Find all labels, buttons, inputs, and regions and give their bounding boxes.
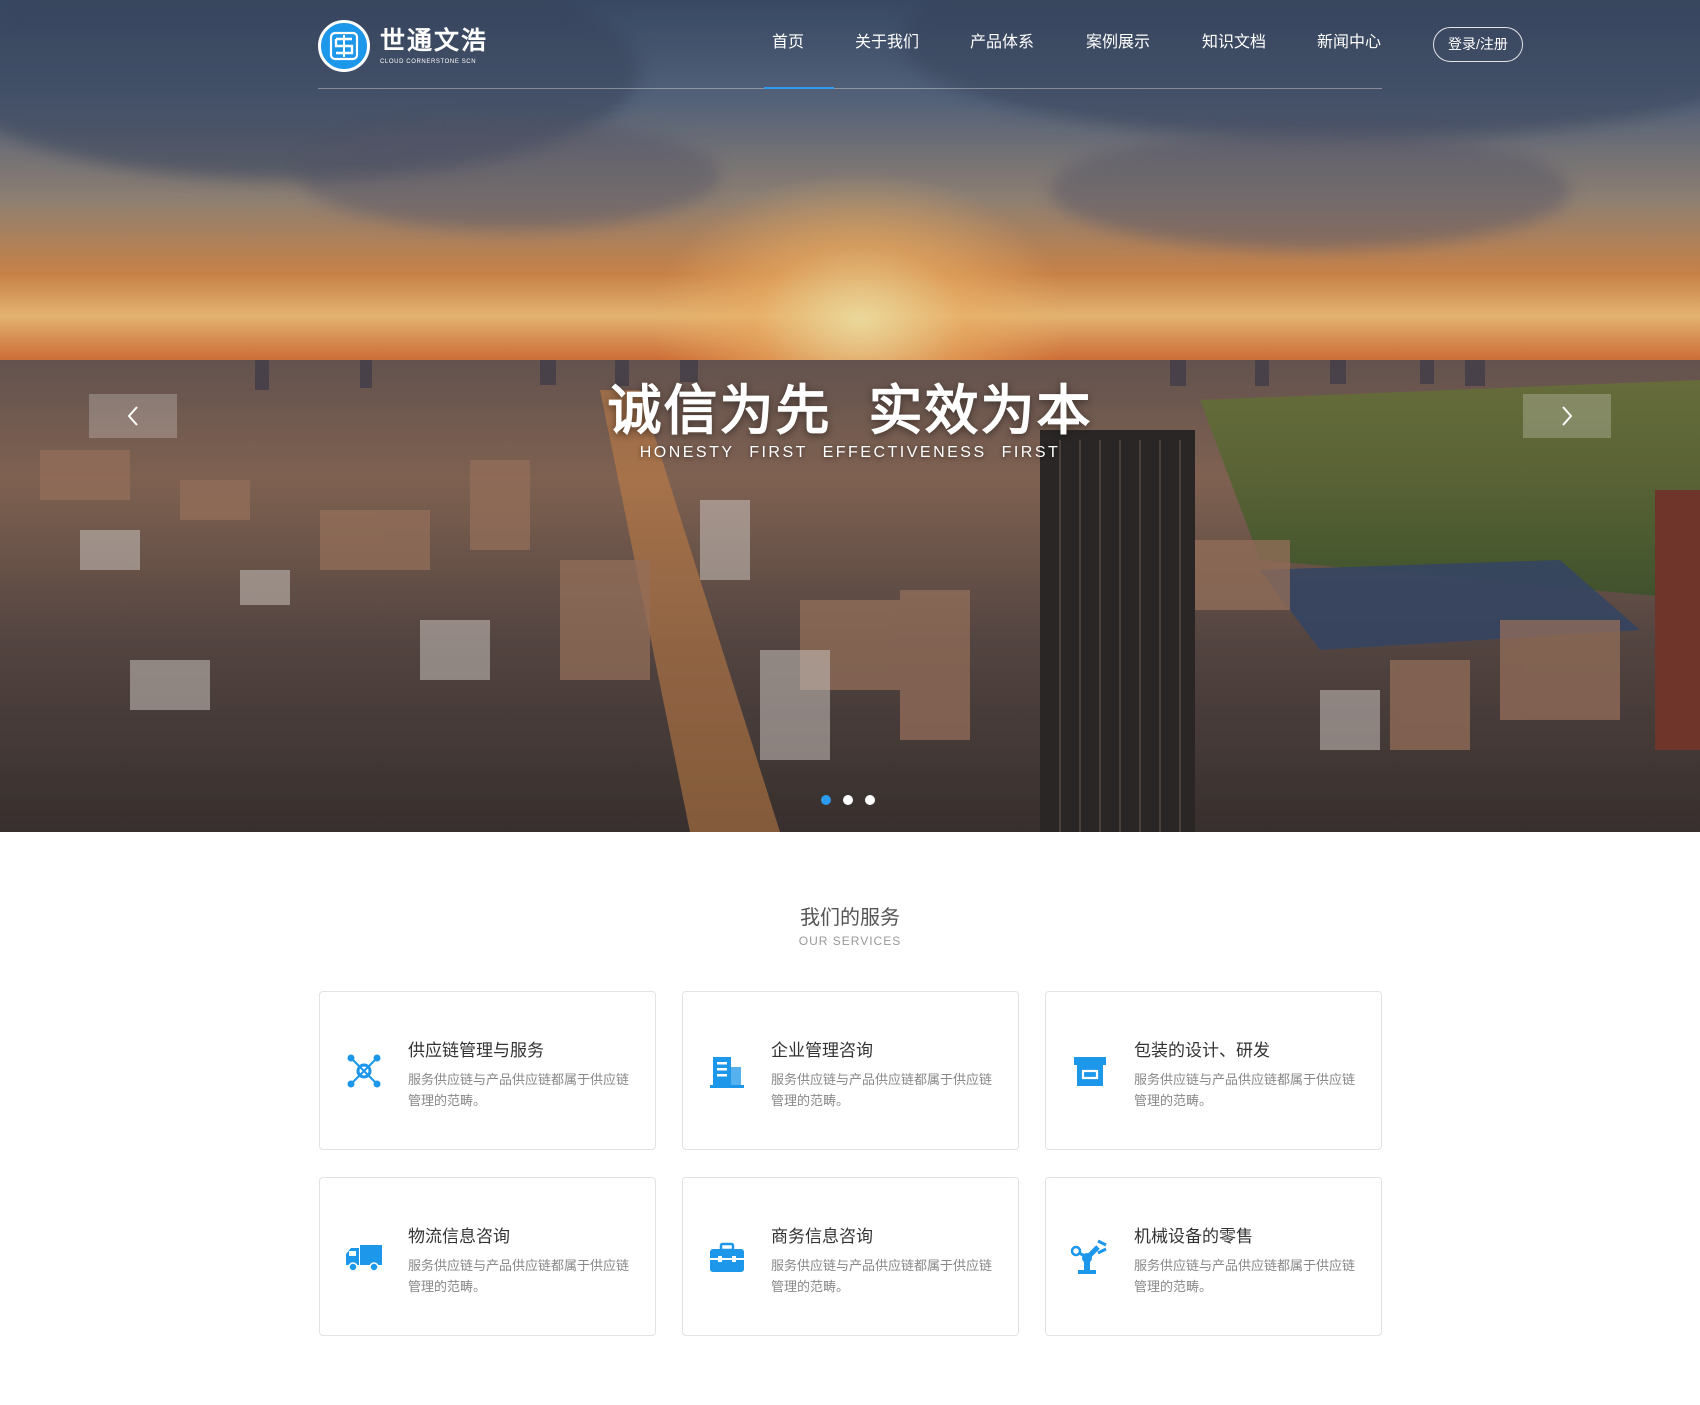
- network-icon: [347, 1054, 381, 1088]
- section-title: 我们的服务: [800, 907, 900, 929]
- hero-title: 诚信为先 实效为本: [607, 381, 1093, 441]
- carousel-dot[interactable]: [865, 795, 875, 805]
- carousel-next-button[interactable]: [1523, 394, 1611, 438]
- service-description: 服务供应链与产品供应链都属于供应链管理的范畴。: [771, 1258, 993, 1294]
- nav-item-cases[interactable]: 案例展示: [1086, 33, 1150, 53]
- service-title: 包装的设计、研发: [1134, 1041, 1270, 1060]
- package-box-icon: [1074, 1057, 1106, 1086]
- service-card[interactable]: 包装的设计、研发 服务供应链与产品供应链都属于供应链管理的范畴。: [1045, 991, 1382, 1150]
- hero-banner: 世通文浩 CLOUD CORNERSTONE SCN 首页 关于我们 产品体系 …: [0, 0, 1700, 832]
- robot-arm-icon: [1070, 1239, 1107, 1274]
- carousel-dot[interactable]: [843, 795, 853, 805]
- chevron-left-icon: [127, 406, 138, 426]
- service-title: 供应链管理与服务: [408, 1041, 544, 1060]
- nav-item-docs[interactable]: 知识文档: [1202, 33, 1266, 53]
- nav-item-products[interactable]: 产品体系: [970, 33, 1034, 53]
- service-description: 服务供应链与产品供应链都属于供应链管理的范畴。: [1134, 1258, 1356, 1294]
- service-title: 机械设备的零售: [1134, 1227, 1253, 1246]
- section-subtitle: OUR SERVICES: [798, 934, 902, 948]
- service-title: 物流信息咨询: [408, 1227, 510, 1246]
- carousel-dot[interactable]: [821, 795, 831, 805]
- carousel-indicators: [821, 795, 875, 805]
- brand-subtitle: CLOUD CORNERSTONE SCN: [380, 59, 477, 65]
- nav-divider: [318, 88, 1382, 89]
- service-title: 企业管理咨询: [771, 1041, 873, 1060]
- nav-item-home[interactable]: 首页: [772, 33, 804, 53]
- briefcase-icon: [710, 1242, 744, 1272]
- service-card[interactable]: 机械设备的零售 服务供应链与产品供应链都属于供应链管理的范畴。: [1045, 1177, 1382, 1336]
- carousel-prev-button[interactable]: [89, 394, 177, 438]
- nav-item-about[interactable]: 关于我们: [855, 33, 919, 53]
- service-card[interactable]: 供应链管理与服务 服务供应链与产品供应链都属于供应链管理的范畴。: [319, 991, 656, 1150]
- chevron-right-icon: [1562, 406, 1573, 426]
- service-description: 服务供应链与产品供应链都属于供应链管理的范畴。: [1134, 1072, 1356, 1108]
- service-description: 服务供应链与产品供应链都属于供应链管理的范畴。: [408, 1072, 630, 1108]
- service-card[interactable]: 商务信息咨询 服务供应链与产品供应链都属于供应链管理的范畴。: [682, 1177, 1019, 1336]
- nav-active-indicator: [764, 87, 834, 89]
- hero-subtitle: HONESTY FIRST EFFECTIVENESS FIRST: [639, 444, 1061, 461]
- truck-icon: [346, 1245, 382, 1272]
- service-card[interactable]: 物流信息咨询 服务供应链与产品供应链都属于供应链管理的范畴。: [319, 1177, 656, 1336]
- service-card[interactable]: 企业管理咨询 服务供应链与产品供应链都属于供应链管理的范畴。: [682, 991, 1019, 1150]
- service-description: 服务供应链与产品供应链都属于供应链管理的范畴。: [771, 1072, 993, 1108]
- login-register-button[interactable]: 登录/注册: [1433, 27, 1523, 62]
- service-title: 商务信息咨询: [771, 1227, 873, 1246]
- nav-item-news[interactable]: 新闻中心: [1317, 33, 1381, 53]
- building-icon: [710, 1057, 744, 1088]
- service-description: 服务供应链与产品供应链都属于供应链管理的范畴。: [408, 1258, 630, 1294]
